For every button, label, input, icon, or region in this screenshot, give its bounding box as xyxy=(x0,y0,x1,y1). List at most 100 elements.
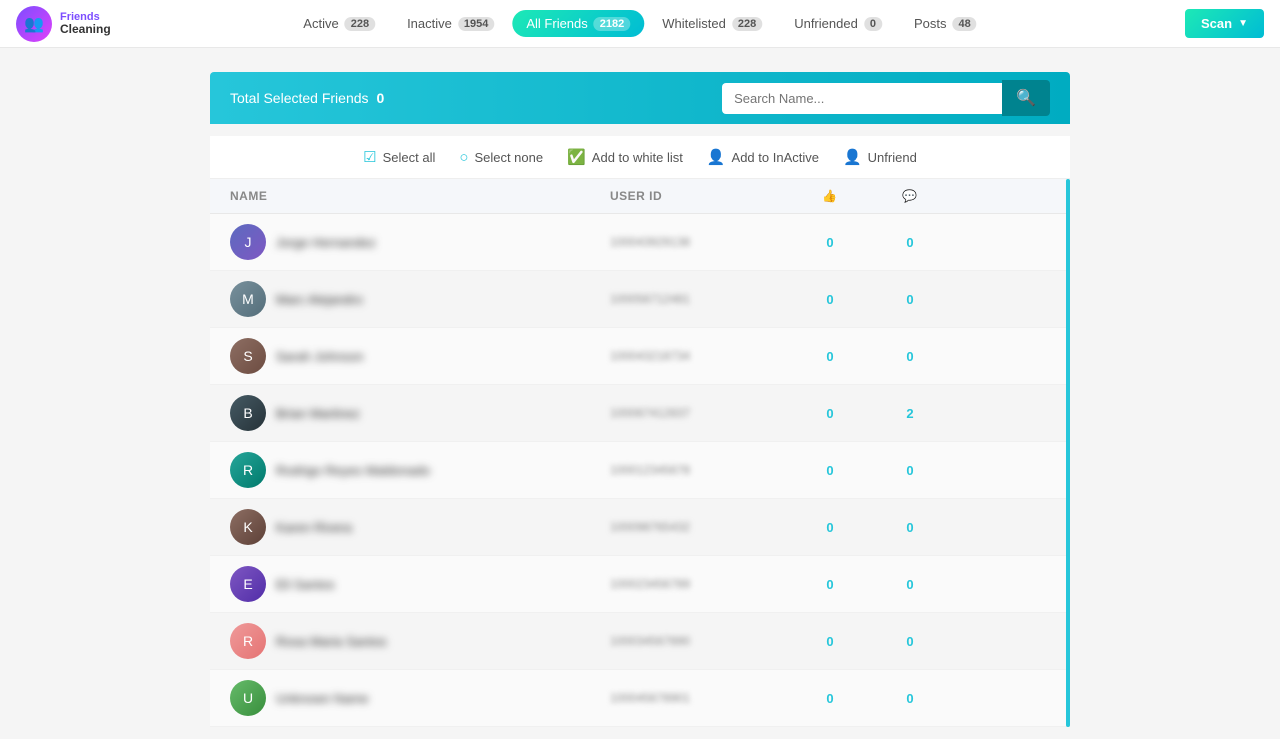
table-row: M Marc Alejandro 100056712481 0 0 xyxy=(210,271,1070,328)
friend-name: Eli Santos xyxy=(276,577,335,592)
user-id: 100043929138 xyxy=(610,235,790,249)
tab-label: Inactive xyxy=(407,16,452,31)
add-inactive-icon: 👤 xyxy=(707,148,726,166)
nav-tab-active[interactable]: Active 228 xyxy=(289,10,389,37)
scan-button[interactable]: Scan ▼ xyxy=(1185,9,1264,38)
tab-label: All Friends xyxy=(526,16,587,31)
table-body: J Jorge Hernandez 100043929138 0 0 M Mar… xyxy=(210,214,1070,727)
name-cell: R Rodrigo Reyes Maldonado xyxy=(230,452,610,488)
comments-count: 2 xyxy=(870,406,950,421)
comments-count: 0 xyxy=(870,634,950,649)
avatar: U xyxy=(230,680,266,716)
name-cell: S Sarah Johnson xyxy=(230,338,610,374)
tab-label: Posts xyxy=(914,16,947,31)
friends-table: NAME USER ID 👍 💬 J Jorge Hernandez 10004… xyxy=(210,179,1070,727)
select-none-icon: ○ xyxy=(459,149,468,166)
avatar: J xyxy=(230,224,266,260)
select-all-icon: ☑ xyxy=(363,148,376,166)
user-id: 100067412837 xyxy=(610,406,790,420)
friend-name: Brian Martinez xyxy=(276,406,360,421)
user-id: 100023456789 xyxy=(610,577,790,591)
friend-name: Jorge Hernandez xyxy=(276,235,376,250)
total-label: Total Selected Friends xyxy=(230,90,369,106)
avatar: R xyxy=(230,452,266,488)
select-none-button[interactable]: ○ Select none xyxy=(459,149,543,166)
comments-count: 0 xyxy=(870,691,950,706)
add-whitelist-label: Add to white list xyxy=(592,150,683,165)
select-all-button[interactable]: ☑ Select all xyxy=(363,148,435,166)
user-id: 100098765432 xyxy=(610,520,790,534)
tab-label: Whitelisted xyxy=(662,16,726,31)
unfriend-label: Unfriend xyxy=(868,150,917,165)
avatar: S xyxy=(230,338,266,374)
comments-count: 0 xyxy=(870,463,950,478)
comments-count: 0 xyxy=(870,520,950,535)
search-input[interactable] xyxy=(722,83,1002,114)
name-cell: K Karen Rivera xyxy=(230,509,610,545)
friend-name: Rodrigo Reyes Maldonado xyxy=(276,463,430,478)
col-comments: 💬 xyxy=(870,189,950,203)
select-all-label: Select all xyxy=(383,150,436,165)
nav-tab-inactive[interactable]: Inactive1954 xyxy=(393,10,508,37)
scrollbar-indicator[interactable] xyxy=(1066,179,1070,727)
friend-name: Marc Alejandro xyxy=(276,292,363,307)
comments-count: 0 xyxy=(870,577,950,592)
add-inactive-button[interactable]: 👤 Add to InActive xyxy=(707,148,819,166)
name-cell: M Marc Alejandro xyxy=(230,281,610,317)
scan-label: Scan xyxy=(1201,16,1232,31)
likes-count: 0 xyxy=(790,349,870,364)
nav-tab-all-friends[interactable]: All Friends2182 xyxy=(512,10,644,37)
tab-badge: 228 xyxy=(732,17,762,31)
nav-tab-unfriended[interactable]: Unfriended 0 xyxy=(780,10,896,37)
tab-badge: 228 xyxy=(345,17,375,31)
likes-count: 0 xyxy=(790,634,870,649)
likes-count: 0 xyxy=(790,520,870,535)
likes-count: 0 xyxy=(790,292,870,307)
avatar: B xyxy=(230,395,266,431)
friend-name: Sarah Johnson xyxy=(276,349,363,364)
tab-label: Active xyxy=(303,16,338,31)
user-id: 100056712481 xyxy=(610,292,790,306)
table-row: S Sarah Johnson 100043218734 0 0 xyxy=(210,328,1070,385)
friend-name: Rosa Maria Santos xyxy=(276,634,387,649)
nav-tab-whitelisted[interactable]: Whitelisted 228 xyxy=(648,10,776,37)
avatar: E xyxy=(230,566,266,602)
tab-badge: 0 xyxy=(864,17,882,31)
add-inactive-label: Add to InActive xyxy=(732,150,819,165)
total-count: 0 xyxy=(377,90,385,106)
logo-cleaning: Cleaning xyxy=(60,23,111,36)
col-userid: USER ID xyxy=(610,189,790,203)
likes-count: 0 xyxy=(790,235,870,250)
avatar: M xyxy=(230,281,266,317)
user-id: 100045678901 xyxy=(610,691,790,705)
table-row: U Unknown Name 100045678901 0 0 xyxy=(210,670,1070,727)
friend-name: Unknown Name xyxy=(276,691,369,706)
table-header: NAME USER ID 👍 💬 xyxy=(210,179,1070,214)
unfriend-icon: 👤 xyxy=(843,148,862,166)
top-bar: Total Selected Friends 0 🔍 xyxy=(210,72,1070,124)
unfriend-button[interactable]: 👤 Unfriend xyxy=(843,148,917,166)
table-row: R Rodrigo Reyes Maldonado 100012345678 0… xyxy=(210,442,1070,499)
table-row: B Brian Martinez 100067412837 0 2 xyxy=(210,385,1070,442)
search-icon: 🔍 xyxy=(1016,90,1036,107)
user-id: 100034567890 xyxy=(610,634,790,648)
likes-count: 0 xyxy=(790,406,870,421)
comments-count: 0 xyxy=(870,235,950,250)
select-none-label: Select none xyxy=(474,150,543,165)
name-cell: B Brian Martinez xyxy=(230,395,610,431)
search-button[interactable]: 🔍 xyxy=(1002,80,1050,116)
add-whitelist-icon: ✅ xyxy=(567,148,586,166)
likes-count: 0 xyxy=(790,463,870,478)
table-row: E Eli Santos 100023456789 0 0 xyxy=(210,556,1070,613)
action-bar: ☑ Select all ○ Select none ✅ Add to whit… xyxy=(210,136,1070,179)
main-content: Total Selected Friends 0 🔍 ☑ Select all … xyxy=(0,48,1280,739)
table-row: R Rosa Maria Santos 100034567890 0 0 xyxy=(210,613,1070,670)
nav-tab-posts[interactable]: Posts 48 xyxy=(900,10,991,37)
logo-icon: 👥 xyxy=(16,6,52,42)
tab-label: Unfriended xyxy=(794,16,858,31)
scan-chevron-icon: ▼ xyxy=(1238,18,1248,29)
avatar: R xyxy=(230,623,266,659)
tab-badge: 48 xyxy=(952,17,976,31)
name-cell: U Unknown Name xyxy=(230,680,610,716)
add-whitelist-button[interactable]: ✅ Add to white list xyxy=(567,148,683,166)
